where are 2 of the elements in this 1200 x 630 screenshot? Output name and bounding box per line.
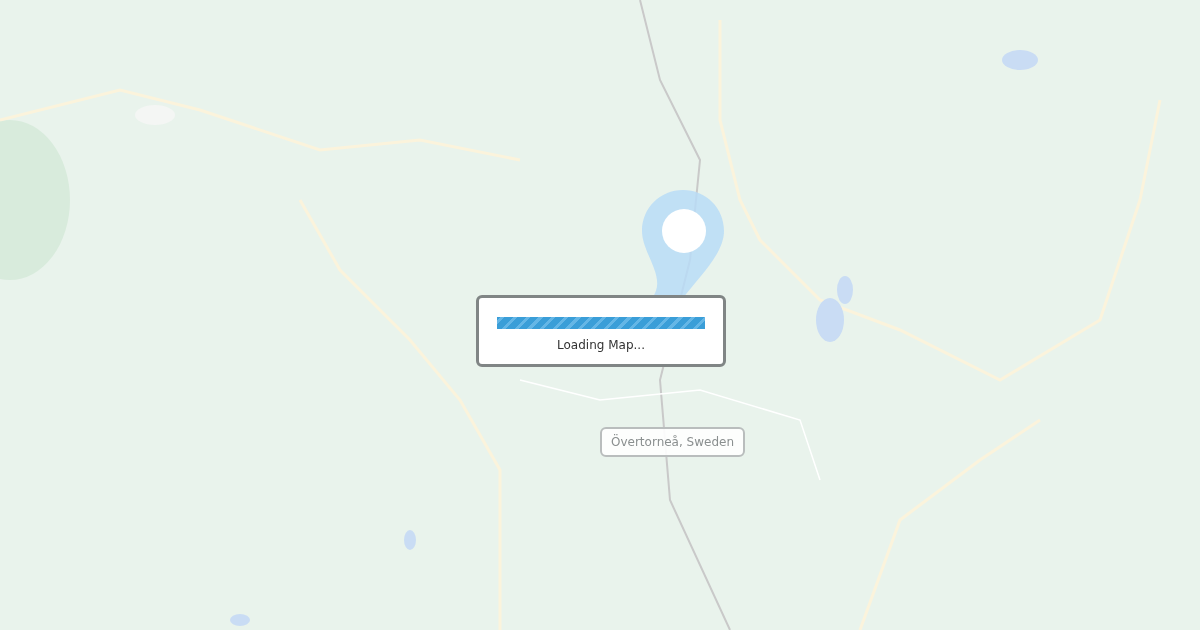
loading-message: Loading Map... xyxy=(557,338,645,352)
location-label: Övertorneå, Sweden xyxy=(600,427,746,457)
